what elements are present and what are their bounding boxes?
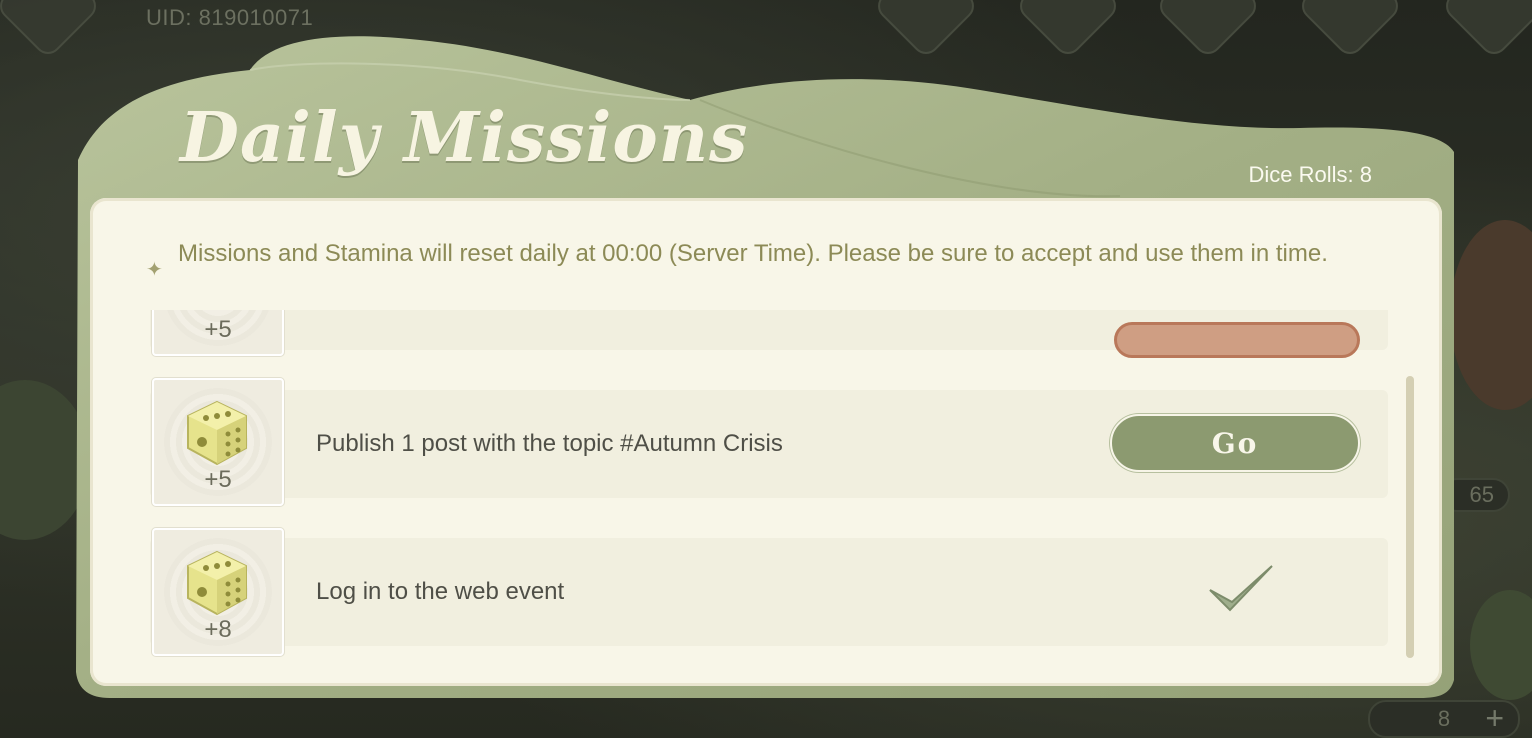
mission-label: Publish 1 post with the topic #Autumn Cr… <box>316 430 783 457</box>
reward-amount: +5 <box>204 316 232 343</box>
uid-label: UID: 819010071 <box>146 5 314 30</box>
page-title: Daily Missions <box>180 98 749 178</box>
dice-rolls-count: Dice Rolls: 8 <box>1248 162 1372 187</box>
add-icon[interactable]: + <box>1485 700 1504 737</box>
checkmark-icon <box>1209 565 1273 612</box>
mission-list[interactable]: +5 +5 Publish 1 post with the topic #Aut… <box>146 310 1396 660</box>
scrollbar[interactable] <box>1406 376 1414 658</box>
dice-icon <box>187 550 247 616</box>
go-button[interactable]: Go <box>1110 414 1360 472</box>
mission-row: +5 <box>150 310 1388 358</box>
reset-notice-text: Missions and Stamina will reset daily at… <box>178 240 1328 267</box>
reward-amount: +8 <box>204 616 232 643</box>
mission-row: +5 Publish 1 post with the topic #Autumn… <box>150 378 1388 506</box>
sparkle-icon: ✦ <box>146 259 163 281</box>
dice-icon <box>187 400 247 466</box>
reset-notice: ✦ Missions and Stamina will reset daily … <box>146 240 1386 281</box>
reward-tile: +5 <box>152 378 284 506</box>
reward-tile: +8 <box>152 528 284 656</box>
reward-tile: +5 <box>152 310 284 356</box>
bottom-counter-value: 8 <box>1437 706 1451 731</box>
mission-label: Log in to the web event <box>316 578 565 605</box>
claim-button[interactable] <box>1114 322 1360 358</box>
mission-row: +8 Log in to the web event <box>150 528 1388 656</box>
side-counter: 65 <box>1440 478 1510 512</box>
bottom-dice-counter: 8 + <box>1368 700 1520 738</box>
reward-amount: +5 <box>204 466 232 493</box>
